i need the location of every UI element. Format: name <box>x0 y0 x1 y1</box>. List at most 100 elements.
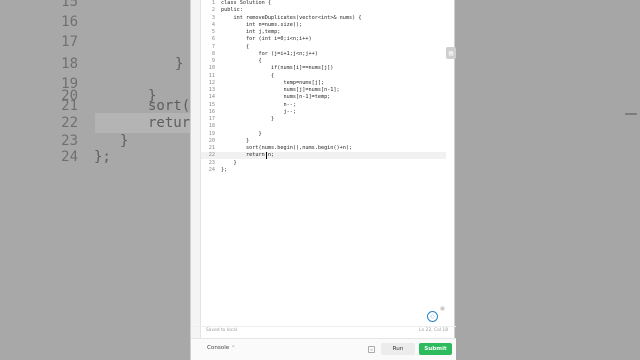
background-line-code: }; <box>94 149 111 165</box>
line-number: 12 <box>208 79 215 86</box>
line-code: nums[j]=nums[n-1]; <box>221 87 340 93</box>
line-code: } <box>221 116 275 122</box>
line-number: 23 <box>208 159 215 166</box>
line-number: 13 <box>208 87 215 93</box>
text-cursor <box>266 152 267 159</box>
code-line[interactable]: 5 int j,temp; <box>201 29 446 36</box>
line-code: int removeDuplicates(vector<int>& nums) … <box>221 14 362 21</box>
line-number: 10 <box>208 65 215 72</box>
line-number: 7 <box>211 43 215 50</box>
console-toggle-button[interactable]: Console ⌃ <box>207 345 235 351</box>
code-line[interactable]: 24}; <box>201 167 446 174</box>
background-line-number: 22 <box>61 115 78 131</box>
line-number: 2 <box>211 7 215 14</box>
line-code: if(nums[i]==nums[j]) <box>221 65 334 72</box>
background-line-code: } <box>120 133 129 149</box>
cursor-position: Ln 22, Col 18 <box>419 328 448 333</box>
line-number: 16 <box>208 108 215 115</box>
code-line[interactable]: 7 { <box>201 44 446 51</box>
background-line-number: 16 <box>61 14 78 30</box>
code-line[interactable]: 2 public: <box>201 7 446 14</box>
background-line: 17 <box>0 34 190 54</box>
line-number: 19 <box>208 130 215 137</box>
run-button[interactable]: Run <box>381 343 415 355</box>
saved-status: Saved to local <box>206 328 237 333</box>
line-number: 1 <box>211 0 215 6</box>
code-line[interactable]: 14 nums[n-1]=temp; <box>201 94 446 101</box>
line-code: public: <box>221 7 243 14</box>
line-code: } <box>221 130 262 137</box>
code-line[interactable]: 18 <box>201 123 446 130</box>
background-right-panel <box>455 0 640 360</box>
line-code: }; <box>221 166 228 173</box>
background-line-code: return <box>148 115 190 131</box>
line-code: sort(nums.begin(),nums.begin()+n); <box>221 145 353 151</box>
code-line[interactable]: 15 n--; <box>201 102 446 109</box>
code-area[interactable]: 1 class Solution {2 public: 3 int removeDup… <box>201 0 446 330</box>
background-line: 24}; <box>0 149 190 169</box>
chevron-up-icon: ⌃ <box>231 346 236 351</box>
line-code: } <box>221 137 250 144</box>
line-code: temp=nums[j]; <box>221 79 325 86</box>
line-number: 17 <box>208 116 215 122</box>
code-editor-window: 1 class Solution {2 public: 3 int removeDup… <box>190 0 456 360</box>
line-code: { <box>221 43 250 50</box>
code-line[interactable]: 9 { <box>201 58 446 65</box>
editor-gutter-strip <box>191 0 201 340</box>
background-line: 16 <box>0 14 190 34</box>
line-number: 24 <box>208 166 215 173</box>
line-code: nums[n-1]=temp; <box>221 94 331 101</box>
code-line[interactable]: 19 } <box>201 131 446 138</box>
line-code: class Solution { <box>221 0 271 6</box>
background-scroll-mark <box>625 113 637 115</box>
line-number: 21 <box>208 145 215 151</box>
line-code: j--; <box>221 108 296 115</box>
background-line-code: sort(n <box>148 98 190 114</box>
code-line[interactable]: 23 } <box>201 160 446 167</box>
background-panel <box>455 0 640 360</box>
line-number: 14 <box>208 94 215 101</box>
background-line-number: 21 <box>61 98 78 114</box>
submit-button[interactable]: Submit <box>419 343 452 355</box>
code-line[interactable]: 4 int n=nums.size(); <box>201 22 446 29</box>
line-code: n--; <box>221 101 296 108</box>
line-number: 4 <box>211 21 215 28</box>
line-code: for (int i=0;i<n;i++) <box>221 36 312 43</box>
code-line[interactable]: 17 } <box>201 116 446 123</box>
line-code: { <box>221 72 275 79</box>
code-line[interactable]: 11 { <box>201 73 446 80</box>
code-line[interactable]: 13 nums[j]=nums[n-1]; <box>201 87 446 94</box>
background-line-number: 23 <box>61 133 78 149</box>
code-line[interactable]: 3 int removeDuplicates(vector<int>& nums… <box>201 15 446 22</box>
code-line[interactable]: 1 class Solution { <box>201 0 446 7</box>
line-number: 22 <box>208 152 215 159</box>
code-line[interactable]: 22 return n; <box>201 152 446 160</box>
line-code: for (j=i+1;j<n;j++) <box>221 50 318 57</box>
line-code: int n=nums.size(); <box>221 21 303 28</box>
background-line-number: 15 <box>61 0 78 10</box>
line-number: 15 <box>208 101 215 108</box>
line-code: } <box>221 159 237 166</box>
code-line[interactable]: 12 temp=nums[j]; <box>201 80 446 87</box>
line-number: 6 <box>211 36 215 43</box>
code-line[interactable]: 8 for (j=i+1;j<n;j++) <box>201 51 446 58</box>
code-line[interactable]: 10 if(nums[i]==nums[j]) <box>201 65 446 72</box>
bottom-action-bar: Console ⌃ ≡ Run Submit <box>191 338 456 360</box>
line-number: 3 <box>211 14 215 21</box>
code-line[interactable]: 20 } <box>201 138 446 145</box>
background-line-number: 17 <box>61 34 78 50</box>
code-line[interactable]: 16 j--; <box>201 109 446 116</box>
background-line: 15 <box>0 0 190 14</box>
line-code: { <box>221 58 262 64</box>
line-number: 5 <box>211 29 215 35</box>
note-icon[interactable]: ≡ <box>368 346 375 353</box>
line-number: 18 <box>208 123 215 130</box>
code-line[interactable]: 6 for (int i=0;i<n;i++) <box>201 36 446 43</box>
line-code: int j,temp; <box>221 29 281 35</box>
close-icon[interactable]: × <box>440 306 445 311</box>
editor-status-bar: Saved to local Ln 22, Col 18 <box>191 326 456 334</box>
code-line[interactable]: 21 sort(nums.begin(),nums.begin()+n); <box>201 145 446 152</box>
file-icon[interactable]: ▤ <box>446 47 456 59</box>
chat-icon[interactable]: ◌ <box>427 311 438 322</box>
background-line-number: 24 <box>61 149 78 165</box>
